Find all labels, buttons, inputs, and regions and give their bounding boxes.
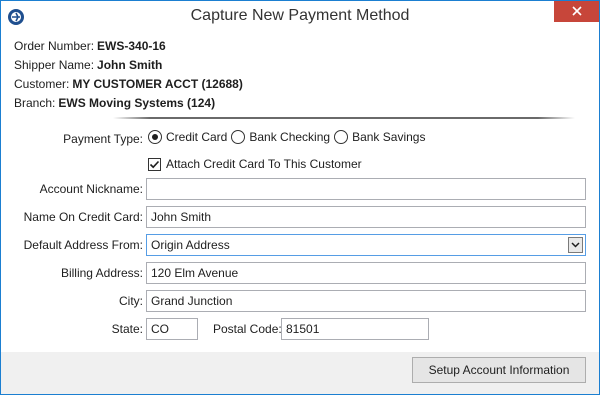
nickname-input[interactable]: [146, 178, 586, 200]
address-from-label: Default Address From:: [23, 238, 143, 252]
radio-bank-savings[interactable]: Bank Savings: [334, 130, 425, 144]
order-number-row: Order Number: EWS-340-16: [14, 39, 166, 53]
radio-bank-savings-label: Bank Savings: [352, 130, 426, 144]
shipper-row: Shipper Name: John Smith: [14, 58, 162, 72]
order-number-label: Order Number:: [14, 39, 95, 53]
billing-address-input[interactable]: 120 Elm Avenue: [146, 262, 586, 284]
radio-unselected-icon[interactable]: [334, 130, 349, 144]
payment-type-label: Payment Type:: [63, 132, 143, 146]
divider: [113, 117, 575, 119]
address-from-select[interactable]: Origin Address: [146, 234, 586, 256]
postal-code-input[interactable]: 81501: [281, 318, 429, 340]
radio-credit-card[interactable]: Credit Card: [148, 130, 227, 144]
chevron-down-icon[interactable]: [568, 237, 583, 253]
radio-unselected-icon[interactable]: [231, 130, 246, 144]
payment-method-window: Capture New Payment Method Order Number:…: [0, 0, 600, 395]
window-title: Capture New Payment Method: [190, 7, 410, 24]
state-label: State:: [111, 322, 143, 336]
title-bar[interactable]: Capture New Payment Method: [1, 1, 599, 33]
attach-card-checkbox-row[interactable]: Attach Credit Card To This Customer: [148, 157, 362, 171]
customer-label: Customer:: [14, 77, 70, 91]
customer-value: MY CUSTOMER ACCT (12688): [72, 77, 243, 91]
radio-bank-checking-label: Bank Checking: [249, 130, 331, 144]
check-icon: [149, 160, 160, 168]
postal-code-label: Postal Code:: [213, 322, 282, 336]
branch-value: EWS Moving Systems (124): [58, 96, 216, 110]
customer-row: Customer: MY CUSTOMER ACCT (12688): [14, 77, 243, 91]
attach-card-label: Attach Credit Card To This Customer: [166, 157, 362, 171]
radio-selected-icon[interactable]: [148, 130, 162, 144]
city-label: City:: [119, 294, 143, 308]
address-from-value: Origin Address: [151, 238, 230, 252]
order-number-value: EWS-340-16: [97, 39, 166, 53]
city-input[interactable]: Grand Junction: [146, 290, 586, 312]
shipper-label: Shipper Name:: [14, 58, 95, 72]
payment-type-group: Credit Card Bank Checking Bank Savings: [148, 130, 429, 144]
footer-bar: Setup Account Information: [1, 352, 599, 394]
branch-label: Branch:: [14, 96, 56, 110]
attach-card-checkbox[interactable]: [148, 157, 161, 171]
setup-account-button[interactable]: Setup Account Information: [412, 357, 586, 383]
nickname-label: Account Nickname:: [39, 182, 143, 196]
state-input[interactable]: CO: [146, 318, 198, 340]
shipper-value: John Smith: [97, 58, 163, 72]
radio-bank-checking[interactable]: Bank Checking: [231, 130, 330, 144]
name-on-card-label: Name On Credit Card:: [23, 210, 143, 224]
branch-row: Branch: EWS Moving Systems (124): [14, 96, 215, 110]
close-icon: [571, 5, 582, 19]
radio-credit-card-label: Credit Card: [166, 130, 228, 144]
name-on-card-input[interactable]: John Smith: [146, 206, 586, 228]
close-button[interactable]: [554, 1, 599, 22]
billing-address-label: Billing Address:: [60, 266, 143, 280]
